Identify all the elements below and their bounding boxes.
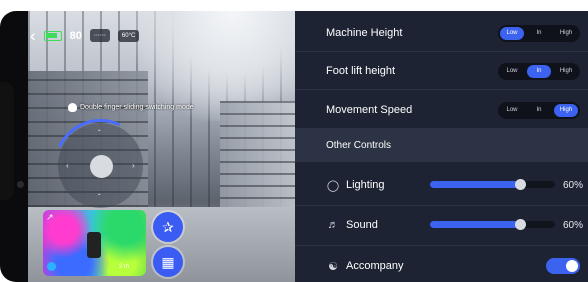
machine-height-row: Machine Height Low In High [295,21,588,45]
phone-side-notch [0,82,14,200]
walk-icon: ✰ [162,218,174,235]
sound-slider[interactable] [430,219,555,230]
camera-wall-right [220,101,295,211]
app-frame: ‹ 80 ⋯⋯ 60°C Double finger sliding switc… [10,11,588,282]
accompany-toggle[interactable] [546,258,580,274]
foot-lift-in[interactable]: In [527,64,551,78]
foot-lift-label: Foot lift height [326,65,396,77]
grid-chip[interactable]: ⋯⋯ [89,29,110,42]
machine-height-selector: Low In High [498,24,580,42]
terrain-minimap[interactable]: ↗ 2 m [43,210,146,276]
divider [295,205,588,206]
movement-speed-high[interactable]: High [554,103,578,117]
lightbulb-icon: ◯ [326,179,340,192]
sound-value: 60% [562,219,583,231]
foot-lift-high[interactable]: High [554,65,578,78]
accompany-row: ☯ Accompany [295,254,588,278]
minimap-scale: 2 m [119,264,130,270]
lighting-value: 60% [562,179,583,191]
gesture-hint-text: Double finger sliding switching mode [80,104,194,111]
chevron-right-icon: › [132,161,135,170]
joystick-knob[interactable] [90,155,113,178]
movement-joystick[interactable]: ˆ ˇ ‹ › [40,105,161,226]
lighting-row: ◯ Lighting 60% [295,173,588,197]
hand-icon [68,103,77,112]
compass-icon[interactable] [47,262,56,271]
machine-height-low[interactable]: Low [500,26,524,40]
movement-speed-selector: Low In High [498,101,580,119]
camera-view: ‹ 80 ⋯⋯ 60°C Double finger sliding switc… [10,11,300,282]
machine-height-high[interactable]: High [554,27,578,40]
expand-icon[interactable]: ↗ [46,212,54,223]
machine-height-label: Machine Height [326,27,403,39]
menu-icon: ▦ [161,253,175,270]
foot-lift-row: Foot lift height Low In High [295,59,588,83]
other-controls-label: Other Controls [326,139,392,151]
lighting-slider[interactable] [430,179,555,190]
gesture-hint: Double finger sliding switching mode [68,103,194,112]
lighting-slider-thumb[interactable] [514,179,526,190]
foot-lift-low[interactable]: Low [500,65,524,78]
sound-slider-thumb[interactable] [514,219,526,230]
movement-speed-low[interactable]: Low [500,104,524,117]
settings-panel: Machine Height Low In High Foot lift hei… [295,11,588,282]
movement-speed-label: Movement Speed [326,104,413,116]
walk-mode-button[interactable]: ✰ [153,212,183,242]
sound-label: Sound [346,219,378,231]
temperature-chip: 60°C [117,29,140,42]
battery-icon [43,30,62,41]
accompany-label: Accompany [346,260,404,272]
back-arrow-icon[interactable]: ‹ [30,27,36,44]
accompany-toggle-knob [566,260,578,272]
other-controls-header: Other Controls [295,128,588,162]
chevron-up-icon: ˆ [98,129,101,138]
movement-speed-row: Movement Speed Low In High [295,98,588,122]
phone-camera-dot [17,181,24,188]
foot-lift-selector: Low In High [498,62,580,80]
lighting-slider-fill [430,181,520,188]
battery-level: 80 [69,29,82,42]
chevron-down-icon: ˇ [98,193,101,202]
sound-row: ♬ Sound 60% [295,213,588,237]
divider [295,89,588,90]
speaker-icon: ♬ [327,219,339,231]
robot-marker [87,232,101,258]
divider [295,51,588,52]
accompany-icon: ☯ [328,260,338,273]
divider [295,245,588,246]
machine-height-in[interactable]: In [527,27,551,40]
status-bar: ‹ 80 ⋯⋯ 60°C [30,27,140,44]
lighting-label: Lighting [346,179,385,191]
movement-speed-in[interactable]: In [527,104,551,117]
chevron-left-icon: ‹ [66,161,69,170]
sound-slider-fill [430,221,520,228]
menu-button[interactable]: ▦ [153,247,183,277]
